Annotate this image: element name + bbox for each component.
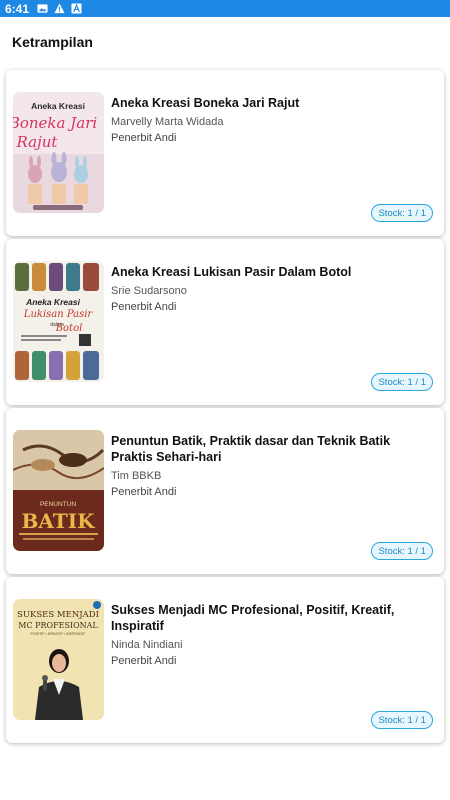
stock-badge: Stock: 1 / 1 (371, 542, 433, 560)
book-cover-image: Aneka Kreasi Boneka Jari Rajut (13, 92, 104, 213)
book-info: Aneka Kreasi Lukisan Pasir Dalam Botol S… (111, 264, 434, 314)
book-title: Penuntun Batik, Praktik dasar dan Teknik… (111, 434, 391, 464)
book-publisher: Penerbit Andi (111, 655, 177, 667)
cover-text: Botol (55, 323, 83, 334)
status-bar: 6:41 (0, 0, 450, 17)
book-info: Sukses Menjadi MC Profesional, Positif, … (111, 602, 434, 668)
stock-badge: Stock: 1 / 1 (371, 711, 433, 729)
book-title: Aneka Kreasi Lukisan Pasir Dalam Botol (111, 265, 352, 279)
cover-text: Boneka Jari (13, 114, 97, 132)
cover-text: PENUNTUN (40, 501, 76, 508)
app-icon (71, 3, 82, 14)
book-title: Sukses Menjadi MC Profesional, Positif, … (111, 603, 395, 633)
cover-text: Aneka Kreasi (31, 101, 85, 111)
book-card[interactable]: Aneka Kreasi Boneka Jari Rajut Aneka Kre… (6, 70, 444, 236)
book-author: Ninda Nindiani (111, 639, 183, 651)
stock-badge: Stock: 1 / 1 (371, 373, 433, 391)
book-author: Tim BBKB (111, 470, 162, 482)
cover-text: Lukisan Pasir (23, 309, 94, 320)
book-card[interactable]: Aneka Kreasi Lukisan Pasir dalam Botol A… (6, 239, 444, 405)
book-cover-image: SUKSES MENJADI MC PROFESIONAL POSITIF • … (13, 599, 104, 720)
book-publisher: Penerbit Andi (111, 486, 177, 498)
app-bar: Ketrampilan (0, 17, 450, 67)
book-card[interactable]: SUKSES MENJADI MC PROFESIONAL POSITIF • … (6, 577, 444, 743)
cover-text: BATIK (22, 509, 96, 533)
book-author: Marvelly Marta Widada (111, 116, 224, 128)
cover-text: Rajut (16, 133, 59, 151)
warning-icon (54, 3, 65, 14)
stock-badge: Stock: 1 / 1 (371, 204, 433, 222)
image-icon (37, 3, 48, 14)
book-info: Penuntun Batik, Praktik dasar dan Teknik… (111, 433, 434, 499)
book-publisher: Penerbit Andi (111, 132, 177, 144)
book-publisher: Penerbit Andi (111, 301, 177, 313)
book-author: Srie Sudarsono (111, 285, 187, 297)
book-info: Aneka Kreasi Boneka Jari Rajut Marvelly … (111, 95, 434, 145)
cover-text: POSITIF • KREATIF • INSPIRATIF (31, 632, 87, 636)
status-time: 6:41 (5, 1, 30, 16)
book-cover-image: Aneka Kreasi Lukisan Pasir dalam Botol (13, 261, 104, 382)
book-cover-image: PENUNTUN BATIK (13, 430, 104, 551)
page-title: Ketrampilan (12, 34, 93, 50)
book-title: Aneka Kreasi Boneka Jari Rajut (111, 96, 300, 110)
cover-text: Aneka Kreasi (25, 297, 81, 307)
cover-text: MC PROFESIONAL (18, 621, 98, 630)
cover-text: SUKSES MENJADI (17, 610, 99, 620)
book-card[interactable]: PENUNTUN BATIK Penuntun Batik, Praktik d… (6, 408, 444, 574)
